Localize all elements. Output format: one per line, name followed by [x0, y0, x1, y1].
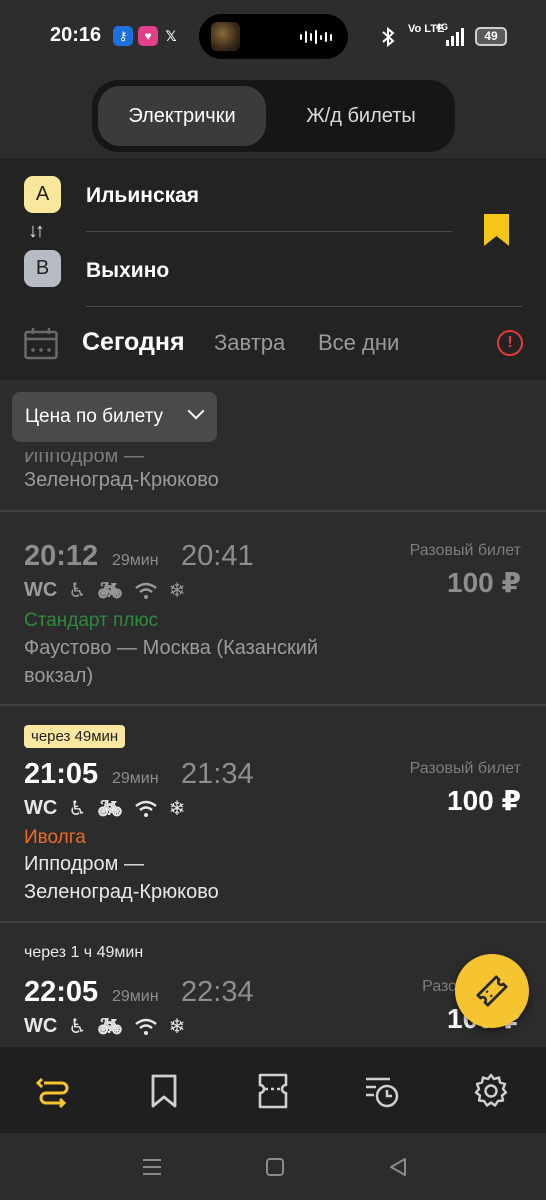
- divider: [86, 306, 522, 307]
- arrive-time: 22:34: [181, 976, 254, 1008]
- duration: 29мин: [112, 552, 159, 569]
- dynamic-island[interactable]: [199, 14, 348, 59]
- amenities: WC ♿ 🚲︎ ❄: [24, 796, 185, 821]
- settings-icon[interactable]: [473, 1073, 509, 1109]
- day-all[interactable]: Все дни: [318, 330, 399, 356]
- depart-time: 22:05: [24, 976, 99, 1008]
- bicycle-icon: 🚲︎: [97, 580, 123, 602]
- duration: 29мин: [112, 770, 159, 787]
- to-station[interactable]: Выхино: [86, 259, 169, 283]
- status-bar: 20:16 ⚷ ♥ 𝕏 Vo LTE 4G 49: [0, 0, 546, 72]
- calendar-icon[interactable]: [24, 328, 58, 360]
- accessible-icon: ♿: [68, 1016, 87, 1038]
- train-category: Иволга: [24, 827, 86, 848]
- departure-countdown: через 1 ч 49мин: [24, 944, 144, 961]
- departure-countdown-badge: через 49мин: [24, 725, 126, 748]
- route-panel: A Ильинская ↓↑ B Выхино Сегодня Завтра В…: [0, 158, 546, 380]
- recent-apps-icon[interactable]: [142, 1157, 162, 1177]
- train-route-line1: Ипподром —: [24, 853, 144, 875]
- schedule-list: Ипподром — Зеленоград-Крюково 20:12 29ми…: [0, 452, 546, 1047]
- price-title: Разовый билет: [409, 542, 521, 559]
- price: 100 ₽: [447, 567, 521, 598]
- home-icon[interactable]: [265, 1157, 285, 1177]
- accessible-icon: ♿: [68, 580, 87, 602]
- bookmark-icon[interactable]: [146, 1073, 182, 1109]
- price-filter-dropdown[interactable]: Цена по билету: [12, 392, 217, 442]
- ac-snowflake-icon: ❄: [168, 798, 186, 820]
- day-tomorrow[interactable]: Завтра: [214, 330, 285, 356]
- wc-icon: WC: [24, 579, 58, 601]
- ac-snowflake-icon: ❄: [168, 580, 186, 602]
- bicycle-icon: 🚲︎: [97, 1016, 123, 1038]
- alert-icon[interactable]: !: [497, 330, 523, 356]
- depart-time: 20:12: [24, 540, 99, 572]
- wifi-icon: [134, 800, 157, 817]
- price: 100 ₽: [447, 785, 521, 816]
- bottom-navigation: [0, 1047, 546, 1133]
- train-category: Стандарт плюс: [24, 610, 159, 631]
- arrive-time: 20:41: [181, 540, 254, 572]
- mode-switch: Электрички Ж/д билеты: [92, 80, 455, 152]
- routes-icon[interactable]: [36, 1073, 72, 1109]
- ac-snowflake-icon: ❄: [168, 1016, 186, 1038]
- day-today[interactable]: Сегодня: [82, 328, 185, 357]
- train-route-line2: Зеленоград-Крюково: [24, 881, 219, 903]
- media-thumbnail: [211, 22, 240, 51]
- from-station[interactable]: Ильинская: [86, 184, 199, 208]
- bookmark-icon[interactable]: [484, 214, 509, 246]
- partial-route-line2: Зеленоград-Крюково: [24, 469, 219, 491]
- system-navigation: [0, 1133, 546, 1200]
- ticket-icon: [476, 975, 508, 1007]
- from-badge: A: [24, 176, 61, 213]
- wifi-icon: [134, 582, 157, 599]
- to-badge: B: [24, 250, 61, 287]
- buy-ticket-button[interactable]: [455, 954, 529, 1028]
- amenities: WC ♿ 🚲︎ ❄: [24, 1014, 185, 1039]
- tab-rail-tickets[interactable]: Ж/д билеты: [272, 86, 450, 146]
- audio-wave-icon: [300, 30, 332, 44]
- signal-icon: [446, 28, 464, 46]
- chevron-down-icon: [187, 402, 205, 420]
- duration: 29мин: [112, 988, 159, 1005]
- x-app-icon: 𝕏: [161, 26, 181, 46]
- app-root: 20:16 ⚷ ♥ 𝕏 Vo LTE 4G 49 Электрички Ж/д …: [0, 0, 546, 1200]
- bluetooth-icon: [382, 27, 395, 47]
- swap-icon[interactable]: ↓↑: [28, 220, 45, 243]
- ticket-icon[interactable]: [255, 1073, 291, 1109]
- row-divider: [0, 510, 546, 512]
- tab-trains[interactable]: Электрички: [98, 86, 266, 146]
- row-divider: [0, 704, 546, 706]
- battery-indicator: 49: [475, 27, 507, 46]
- wifi-icon: [134, 1018, 157, 1035]
- wc-icon: WC: [24, 797, 58, 819]
- wc-icon: WC: [24, 1015, 58, 1037]
- key-app-icon: ⚷: [113, 26, 133, 46]
- divider: [86, 231, 452, 232]
- train-route: Фаустово — Москва (Казанский вокзал): [24, 637, 319, 687]
- arrive-time: 21:34: [181, 758, 254, 790]
- history-icon[interactable]: [364, 1073, 400, 1109]
- back-icon[interactable]: [388, 1157, 408, 1177]
- fitness-app-icon: ♥: [138, 26, 158, 46]
- accessible-icon: ♿: [68, 798, 87, 820]
- price-title: Разовый билет: [409, 760, 521, 777]
- depart-time: 21:05: [24, 758, 99, 790]
- filter-label: Цена по билету: [25, 406, 164, 427]
- row-divider: [0, 921, 546, 923]
- status-time: 20:16: [50, 24, 102, 46]
- bicycle-icon: 🚲︎: [97, 798, 123, 820]
- amenities: WC ♿ 🚲︎ ❄: [24, 578, 185, 603]
